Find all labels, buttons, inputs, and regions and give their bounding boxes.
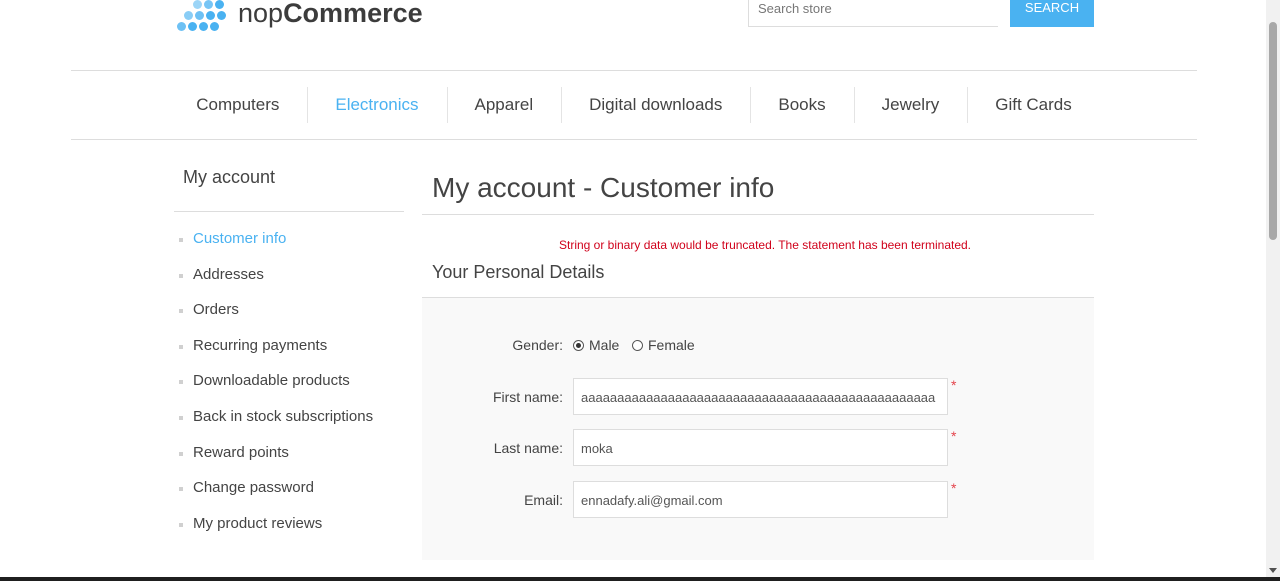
personal-details-form: Gender: Male Female First name: aaaaaaaa… bbox=[422, 298, 1094, 560]
browser-viewport: nopCommerce Search store SEARCH Computer… bbox=[0, 0, 1266, 577]
email-field[interactable]: ennadafy.ali@gmail.com bbox=[573, 481, 948, 518]
menu-item-gift-cards[interactable]: Gift Cards bbox=[967, 87, 1100, 123]
sidebar-title: My account bbox=[174, 167, 404, 212]
first-name-field[interactable]: aaaaaaaaaaaaaaaaaaaaaaaaaaaaaaaaaaaaaaaa… bbox=[573, 378, 948, 415]
gender-male-radio[interactable]: Male bbox=[573, 337, 619, 353]
logo-prefix: nop bbox=[238, 0, 284, 28]
required-mark: * bbox=[951, 480, 957, 496]
menu-item-books[interactable]: Books bbox=[750, 87, 853, 123]
account-navigation: Customer info Addresses Orders Recurring… bbox=[174, 221, 373, 541]
page-scrollbar[interactable] bbox=[1266, 0, 1280, 577]
search-placeholder: Search store bbox=[758, 1, 832, 16]
gender-label: Gender: bbox=[512, 337, 563, 353]
error-message: String or binary data would be truncated… bbox=[558, 238, 972, 252]
sidebar-item-recurring-payments[interactable]: Recurring payments bbox=[174, 328, 373, 364]
sidebar-item-downloadable-products[interactable]: Downloadable products bbox=[174, 363, 373, 399]
scroll-down-arrow-icon[interactable] bbox=[1269, 568, 1277, 573]
radio-checked-icon bbox=[573, 339, 584, 351]
email-label: Email: bbox=[524, 492, 563, 508]
sidebar-item-change-password[interactable]: Change password bbox=[174, 470, 373, 506]
window-bottom-edge bbox=[0, 577, 1280, 581]
last-name-label: Last name: bbox=[493, 440, 563, 456]
top-menu: Computers Electronics Apparel Digital do… bbox=[71, 70, 1197, 140]
last-name-field[interactable]: moka bbox=[573, 429, 948, 466]
logo-brand: Commerce bbox=[283, 0, 423, 28]
sidebar-item-product-reviews[interactable]: My product reviews bbox=[174, 506, 373, 542]
required-mark: * bbox=[951, 428, 957, 444]
gender-female-radio[interactable]: Female bbox=[632, 337, 695, 353]
page-title: My account - Customer info bbox=[422, 162, 1094, 215]
sidebar-item-customer-info[interactable]: Customer info bbox=[174, 221, 373, 257]
menu-item-jewelry[interactable]: Jewelry bbox=[853, 87, 968, 123]
gender-male-label: Male bbox=[589, 337, 620, 353]
store-logo[interactable]: nopCommerce bbox=[176, 0, 423, 34]
menu-item-apparel[interactable]: Apparel bbox=[446, 87, 562, 123]
menu-item-electronics[interactable]: Electronics bbox=[307, 87, 446, 123]
scrollbar-thumb[interactable] bbox=[1269, 22, 1277, 240]
logo-text: nopCommerce bbox=[238, 0, 423, 27]
sidebar-item-reward-points[interactable]: Reward points bbox=[174, 435, 373, 471]
first-name-label: First name: bbox=[492, 389, 563, 405]
sidebar-item-back-in-stock[interactable]: Back in stock subscriptions bbox=[174, 399, 373, 435]
gender-female-label: Female bbox=[648, 337, 695, 353]
menu-item-computers[interactable]: Computers bbox=[168, 95, 307, 115]
search-button[interactable]: SEARCH bbox=[1010, 0, 1094, 27]
menu-item-digital-downloads[interactable]: Digital downloads bbox=[561, 87, 750, 123]
radio-unchecked-icon bbox=[632, 339, 643, 351]
sidebar-item-orders[interactable]: Orders bbox=[174, 292, 373, 328]
dot-grid-logo-icon bbox=[176, 0, 231, 34]
required-mark: * bbox=[951, 377, 957, 393]
sidebar-item-addresses[interactable]: Addresses bbox=[174, 257, 373, 293]
search-input[interactable]: Search store bbox=[748, 0, 998, 27]
section-title: Your Personal Details bbox=[422, 262, 1094, 298]
